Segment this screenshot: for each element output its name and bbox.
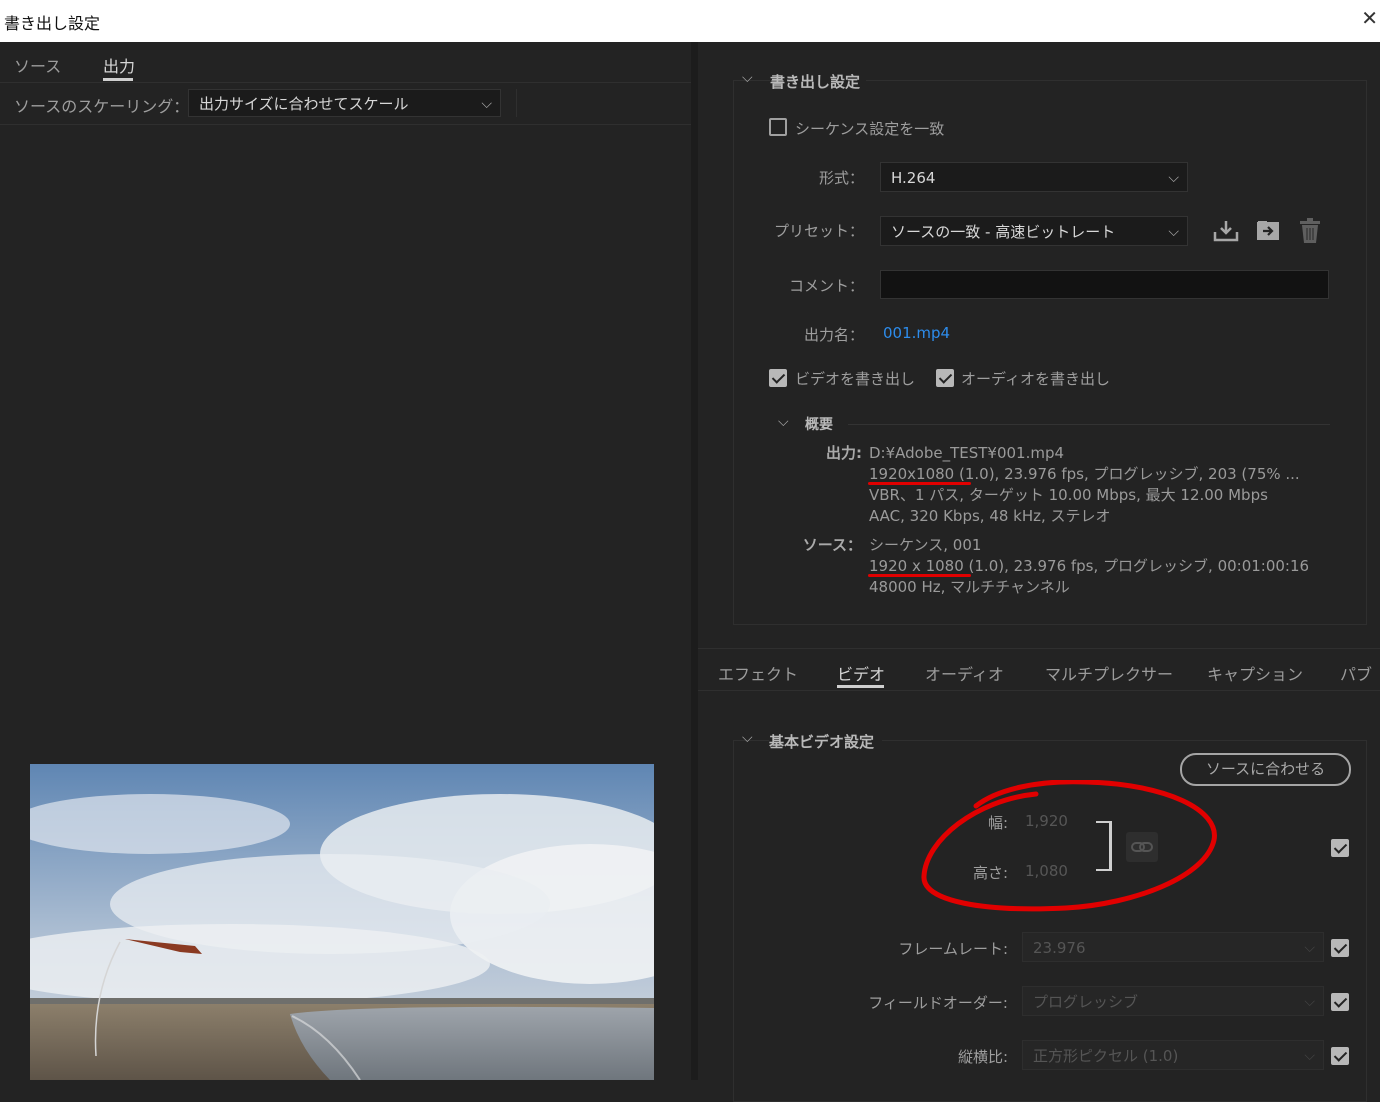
chevron-down-icon: ⌵ [481, 96, 492, 112]
active-tab-indicator [103, 78, 133, 81]
format-dropdown[interactable]: H.264 ⌵ [880, 162, 1188, 192]
framerate-value: 23.976 [1033, 939, 1086, 957]
scaling-value: 出力サイズに合わせてスケール [199, 95, 409, 113]
chevron-down-icon: ⌵ [1168, 224, 1179, 240]
chevron-down-icon: ⌵ [1168, 170, 1179, 186]
red-circle-annotation [921, 780, 1217, 912]
right-panel: ⌵ 書き出し設定 シーケンス設定を一致 形式： H.264 ⌵ プリセット： ソ… [698, 42, 1380, 1102]
match-sequence-label: シーケンス設定を一致 [795, 120, 945, 138]
summary-output-line: AAC, 320 Kbps, 48 kHz, ステレオ [869, 507, 1111, 525]
toolbar-separator [516, 89, 517, 117]
tabs-top-divider [698, 648, 1380, 649]
scaling-dropdown[interactable]: 出力サイズに合わせてスケール ⌵ [188, 89, 501, 117]
toolbar-divider [0, 124, 691, 125]
summary-source-line: シーケンス, 001 [869, 536, 982, 554]
summary-output-label: 出力: [826, 444, 862, 462]
width-height-checkbox[interactable] [1331, 839, 1349, 857]
preset-value: ソースの一致 - 高速ビットレート [891, 223, 1116, 241]
export-settings-title: 書き出し設定 [770, 71, 867, 92]
window-title: 書き出し設定 [4, 14, 101, 33]
basic-video-title: 基本ビデオ設定 [769, 731, 883, 752]
summary-source: シーケンス, 001 1920 x 1080 (1.0), 23.976 fps… [869, 535, 1309, 598]
output-name-link[interactable]: 001.mp4 [883, 324, 950, 342]
summary-divider [848, 424, 1330, 425]
match-sequence-checkbox[interactable] [769, 118, 787, 136]
chevron-down-icon[interactable]: ⌵ [742, 730, 753, 746]
title-bar: 書き出し設定 ✕ [0, 0, 1380, 43]
tabs-bottom-divider [698, 690, 1380, 691]
aspect-value: 正方形ピクセル (1.0) [1033, 1047, 1179, 1065]
summary-source-label: ソース： [802, 536, 862, 554]
chevron-down-icon: ⌵ [1304, 1048, 1315, 1064]
close-icon[interactable]: ✕ [1361, 6, 1378, 30]
summary-source-line: 48000 Hz, マルチチャンネル [869, 578, 1070, 596]
preview-image [30, 764, 654, 1080]
comment-label: コメント： [788, 277, 864, 295]
aspect-dropdown[interactable]: 正方形ピクセル (1.0) ⌵ [1022, 1040, 1324, 1070]
panel-splitter[interactable] [691, 42, 698, 1080]
scaling-label: ソースのスケーリング： [14, 97, 190, 116]
output-name-label: 出力名： [803, 326, 864, 344]
export-audio-checkbox[interactable] [936, 369, 954, 387]
active-tab-indicator [837, 685, 884, 688]
tab-captions[interactable]: キャプション [1207, 661, 1303, 685]
tab-multiplexer[interactable]: マルチプレクサー [1045, 661, 1173, 685]
tab-publish[interactable]: パブ [1340, 661, 1372, 685]
save-preset-icon[interactable] [1213, 218, 1239, 244]
field-order-checkbox[interactable] [1331, 993, 1349, 1011]
export-video-checkbox[interactable] [769, 369, 787, 387]
preset-label: プリセット： [773, 222, 864, 240]
chevron-down-icon[interactable]: ⌵ [778, 414, 789, 430]
summary-output: D:¥Adobe_TEST¥001.mp4 1920x1080 (1.0), 2… [869, 443, 1300, 527]
export-audio-label: オーディオを書き出し [961, 370, 1110, 388]
field-order-dropdown[interactable]: プログレッシブ ⌵ [1022, 986, 1324, 1016]
tab-output[interactable]: 出力 [103, 53, 135, 77]
red-underline-annotation [868, 574, 971, 577]
summary-output-line: VBR、1 パス, ターゲット 10.00 Mbps, 最大 12.00 Mbp… [869, 486, 1268, 504]
import-preset-icon[interactable] [1255, 218, 1281, 244]
tab-source[interactable]: ソース [14, 53, 61, 77]
format-label: 形式： [818, 169, 864, 187]
export-video-label: ビデオを書き出し [795, 370, 916, 388]
summary-title: 概要 [805, 417, 833, 433]
summary-output-line: D:¥Adobe_TEST¥001.mp4 [869, 444, 1065, 462]
format-value: H.264 [891, 169, 936, 187]
chevron-down-icon: ⌵ [1304, 940, 1315, 956]
tab-effects[interactable]: エフェクト [718, 661, 798, 685]
delete-preset-icon[interactable] [1298, 218, 1322, 244]
left-panel: ソース 出力 ソースのスケーリング： 出力サイズに合わせてスケール ⌵ [0, 42, 691, 1080]
tab-video[interactable]: ビデオ [837, 661, 885, 685]
aspect-checkbox[interactable] [1331, 1047, 1349, 1065]
framerate-label: フレームレート: [898, 940, 1008, 958]
preset-dropdown[interactable]: ソースの一致 - 高速ビットレート ⌵ [880, 216, 1188, 246]
chevron-down-icon[interactable]: ⌵ [742, 70, 753, 86]
field-order-value: プログレッシブ [1033, 993, 1139, 1011]
tab-audio[interactable]: オーディオ [925, 661, 1004, 685]
tab-divider [0, 82, 691, 83]
framerate-checkbox[interactable] [1331, 939, 1349, 957]
framerate-dropdown[interactable]: 23.976 ⌵ [1022, 932, 1324, 962]
field-order-label: フィールドオーダー: [868, 994, 1008, 1012]
red-underline-annotation [868, 482, 971, 485]
chevron-down-icon: ⌵ [1304, 994, 1315, 1010]
aspect-label: 縦横比: [957, 1048, 1008, 1066]
comment-input[interactable] [880, 270, 1329, 299]
